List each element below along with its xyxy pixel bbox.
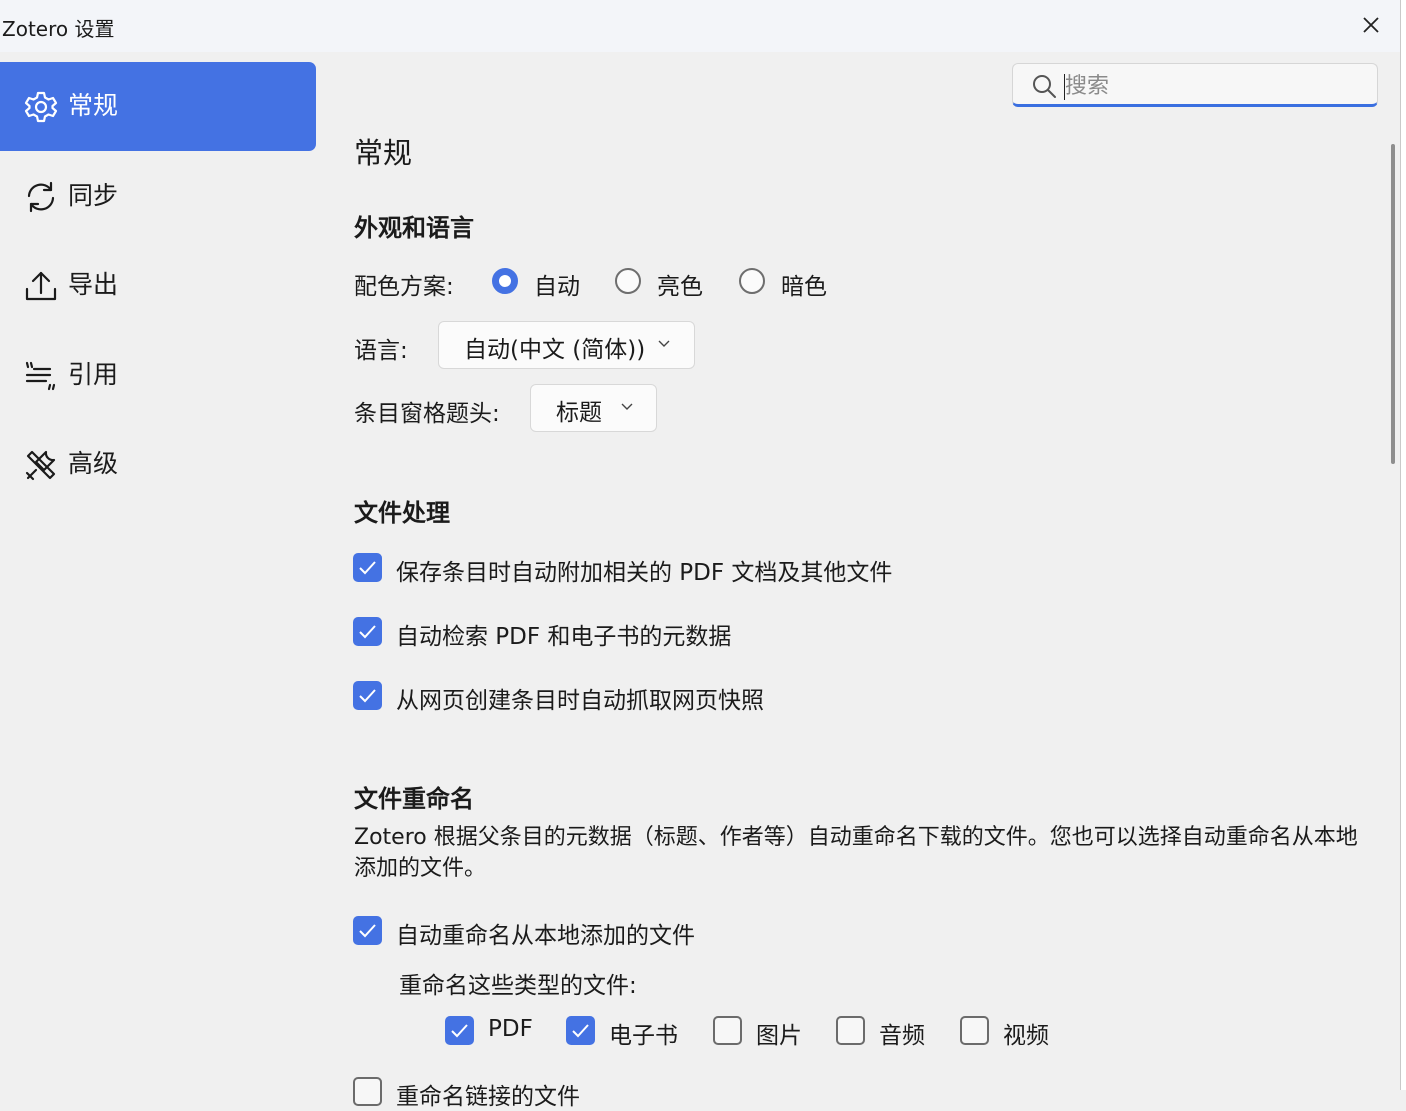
checkbox-type-ebook-label[interactable]: 电子书: [609, 1016, 678, 1050]
tools-icon: [25, 450, 56, 481]
sidebar-item-cite[interactable]: 引用: [0, 331, 316, 420]
checkbox-auto-rename-label[interactable]: 自动重命名从本地添加的文件: [396, 916, 695, 950]
checkbox-retrieve-metadata[interactable]: [353, 617, 382, 646]
sidebar-item-general[interactable]: 常规: [0, 62, 316, 151]
sidebar-item-label: 同步: [68, 181, 119, 210]
checkmark-icon: [359, 924, 376, 938]
sync-icon: [27, 181, 55, 213]
item-pane-header-label: 条目窗格题头:: [354, 401, 500, 427]
export-icon: [25, 271, 57, 301]
section-heading-file-renaming: 文件重命名: [354, 785, 474, 813]
item-pane-header-select[interactable]: 标题: [530, 384, 657, 432]
checkbox-retrieve-metadata-label[interactable]: 自动检索 PDF 和电子书的元数据: [396, 617, 731, 651]
section-heading-file-handling: 文件处理: [354, 499, 450, 527]
chevron-down-icon: [658, 340, 670, 347]
radio-light-label[interactable]: 亮色: [657, 267, 703, 301]
chevron-down-icon: [621, 403, 633, 410]
radio-auto[interactable]: [492, 268, 518, 294]
scrollbar[interactable]: [1391, 144, 1395, 464]
checkbox-type-pdf-label[interactable]: PDF: [488, 1016, 533, 1042]
radio-dark-label[interactable]: 暗色: [781, 267, 827, 301]
close-button[interactable]: [1352, 6, 1390, 44]
sidebar-item-advanced[interactable]: 高级: [0, 420, 316, 509]
checkmark-icon: [359, 689, 376, 703]
cite-icon: [25, 361, 56, 391]
text-caret: [1064, 74, 1065, 100]
checkbox-type-ebook[interactable]: [566, 1016, 595, 1045]
sidebar: 常规 同步 导出 引用 高级: [0, 52, 330, 1090]
sidebar-item-label: 导出: [68, 270, 119, 299]
item-pane-header-value: 标题: [556, 400, 602, 426]
page-title: 常规: [354, 136, 413, 170]
checkbox-type-pdf[interactable]: [445, 1016, 474, 1045]
checkmark-icon: [359, 561, 376, 575]
language-select-value: 自动(中文 (简体)): [464, 337, 646, 363]
checkmark-icon: [451, 1024, 468, 1038]
file-renaming-description: Zotero 根据父条目的元数据（标题、作者等）自动重命名下载的文件。您也可以选…: [354, 825, 1358, 881]
checkbox-snapshot[interactable]: [353, 681, 382, 710]
sidebar-item-label: 常规: [68, 91, 119, 120]
checkbox-auto-rename[interactable]: [353, 916, 382, 945]
checkbox-rename-linked[interactable]: [353, 1077, 382, 1106]
checkbox-type-audio[interactable]: [836, 1016, 865, 1045]
checkbox-type-audio-label[interactable]: 音频: [879, 1016, 925, 1050]
radio-dark[interactable]: [739, 268, 765, 294]
close-icon: [1363, 17, 1379, 33]
checkbox-rename-linked-label[interactable]: 重命名链接的文件: [396, 1077, 580, 1111]
sidebar-item-label: 高级: [68, 449, 119, 478]
rename-types-label: 重命名这些类型的文件:: [399, 973, 637, 999]
color-scheme-label: 配色方案:: [354, 274, 454, 300]
checkbox-type-image-label[interactable]: 图片: [756, 1016, 802, 1050]
search-icon: [1033, 75, 1056, 98]
sidebar-item-sync[interactable]: 同步: [0, 152, 316, 241]
title-bar: Zotero 设置: [0, 0, 1400, 52]
language-select[interactable]: 自动(中文 (简体)): [438, 321, 695, 369]
section-heading-appearance: 外观和语言: [354, 214, 474, 242]
gear-icon: [24, 91, 58, 123]
radio-light[interactable]: [615, 268, 641, 294]
checkbox-type-image[interactable]: [713, 1016, 742, 1045]
checkbox-snapshot-label[interactable]: 从网页创建条目时自动抓取网页快照: [396, 681, 764, 715]
search-box[interactable]: [1012, 63, 1378, 107]
checkbox-type-video[interactable]: [960, 1016, 989, 1045]
checkbox-auto-attach[interactable]: [353, 553, 382, 582]
checkbox-type-video-label[interactable]: 视频: [1003, 1016, 1049, 1050]
window-title: Zotero 设置: [2, 17, 115, 41]
checkmark-icon: [359, 625, 376, 639]
radio-auto-label[interactable]: 自动: [534, 267, 580, 301]
search-input[interactable]: [1063, 69, 1367, 103]
checkbox-auto-attach-label[interactable]: 保存条目时自动附加相关的 PDF 文档及其他文件: [396, 553, 892, 587]
language-label: 语言:: [354, 338, 408, 364]
window-border: [1400, 0, 1406, 1090]
sidebar-item-export[interactable]: 导出: [0, 241, 316, 330]
sidebar-item-label: 引用: [68, 360, 119, 389]
checkmark-icon: [572, 1024, 589, 1038]
